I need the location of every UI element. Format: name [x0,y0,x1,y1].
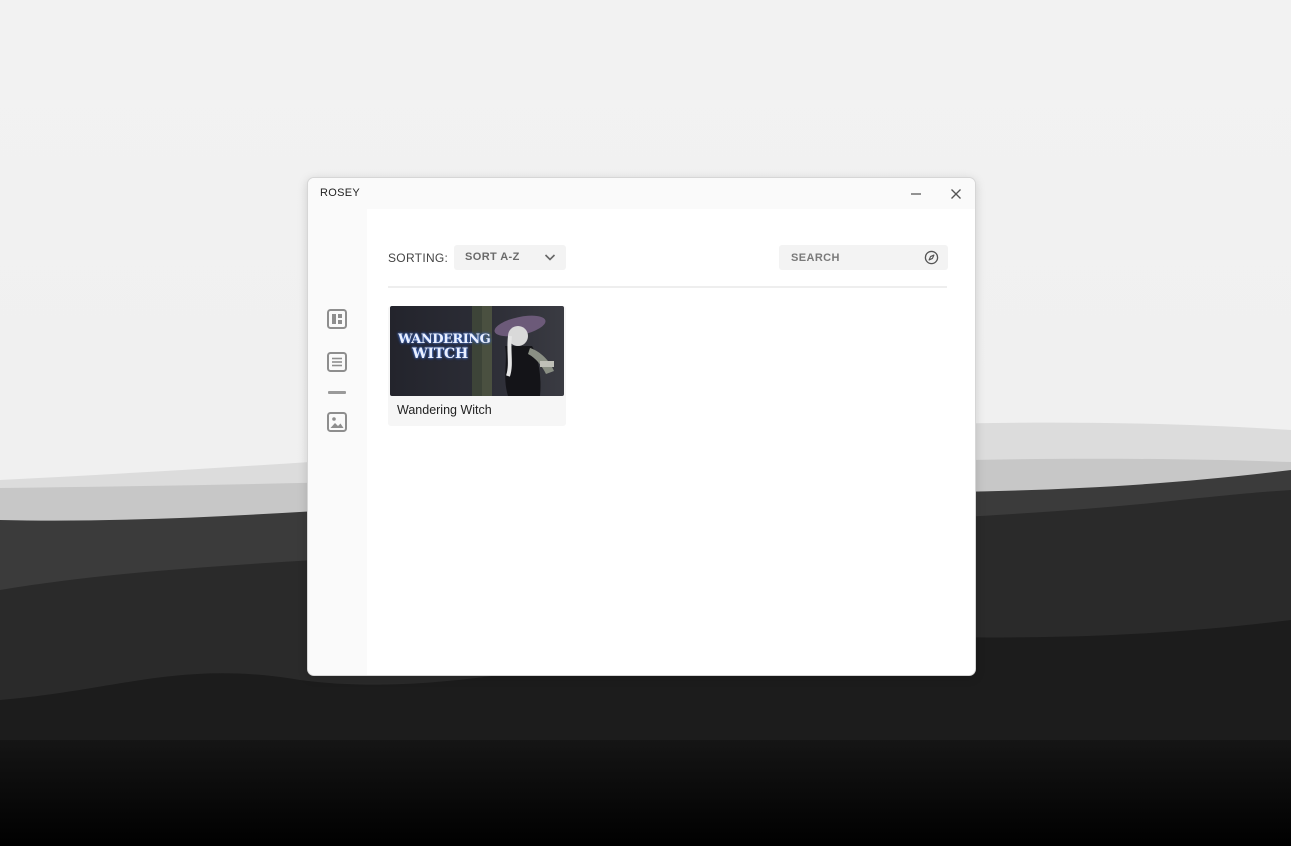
dashboard-icon [327,309,347,329]
card-title: Wandering Witch [397,403,492,417]
sidebar-item-dashboard[interactable] [327,309,347,329]
window-title: ROSEY [320,187,361,199]
cover-logo: WANDERING WITCH [398,332,491,362]
minimize-button[interactable] [906,184,926,204]
search-box [779,245,948,270]
library-card[interactable]: WANDERING WITCH Wandering Witch [388,306,566,426]
close-icon [951,189,961,199]
sorting-label: SORTING: [388,251,449,265]
sort-dropdown-value: SORT A-Z [465,251,520,263]
cover-image: WANDERING WITCH [390,306,564,396]
title-bar[interactable]: ROSEY [308,178,975,209]
list-icon [327,352,347,372]
search-input[interactable] [779,245,919,270]
toolbar-divider [388,286,947,288]
chevron-down-icon [544,254,556,261]
minimize-icon [911,193,921,195]
library-panel: SORTING: SORT A-Z SEARCH WANDERING WITCH… [367,209,975,675]
sidebar-item-gallery[interactable] [327,412,347,432]
sidebar-divider [328,391,346,394]
sort-dropdown[interactable]: SORT A-Z [454,245,566,270]
app-window: ROSEY SORTING: SORT A-Z SEARCH WANDERING… [307,177,976,676]
cover-logo-line2: WITCH [411,346,469,362]
image-icon [327,412,347,432]
sidebar-item-list[interactable] [327,352,347,372]
close-button[interactable] [946,184,966,204]
compass-icon[interactable] [924,250,939,265]
sidebar [308,209,367,675]
cover-logo-line1: WANDERING [398,332,491,347]
